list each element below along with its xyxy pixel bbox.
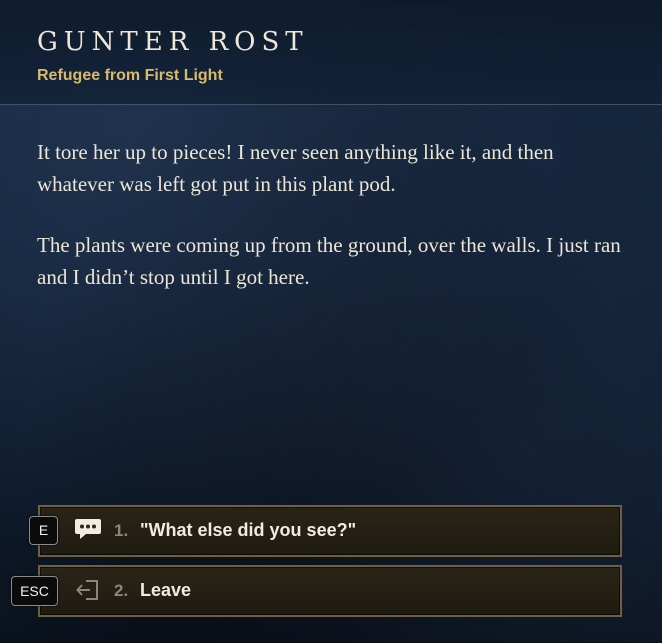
npc-subtitle: Refugee from First Light	[37, 67, 223, 84]
speech-bubble-icon	[75, 519, 101, 539]
option-text: Leave	[140, 580, 192, 600]
dialogue-text: It tore her up to pieces! I never seen a…	[37, 136, 627, 322]
option-text: "What else did you see?"	[140, 520, 357, 540]
hotkey-esc-badge: ESC	[11, 576, 58, 606]
dialogue-option-leave[interactable]: 2. Leave	[38, 565, 622, 617]
dialogue-option-what-else[interactable]: 1. "What else did you see?"	[38, 505, 622, 557]
exit-door-icon	[76, 580, 98, 600]
npc-name: GUNTER ROST	[37, 27, 309, 57]
option-number: 2.	[114, 581, 129, 600]
dialogue-paragraph: It tore her up to pieces! I never seen a…	[37, 140, 554, 196]
hotkey-e-badge: E	[29, 516, 58, 545]
dialogue-header: GUNTER ROST Refugee from First Light	[0, 0, 662, 105]
dialogue-paragraph: The plants were coming up from the groun…	[37, 233, 621, 289]
option-number: 1.	[114, 521, 129, 540]
